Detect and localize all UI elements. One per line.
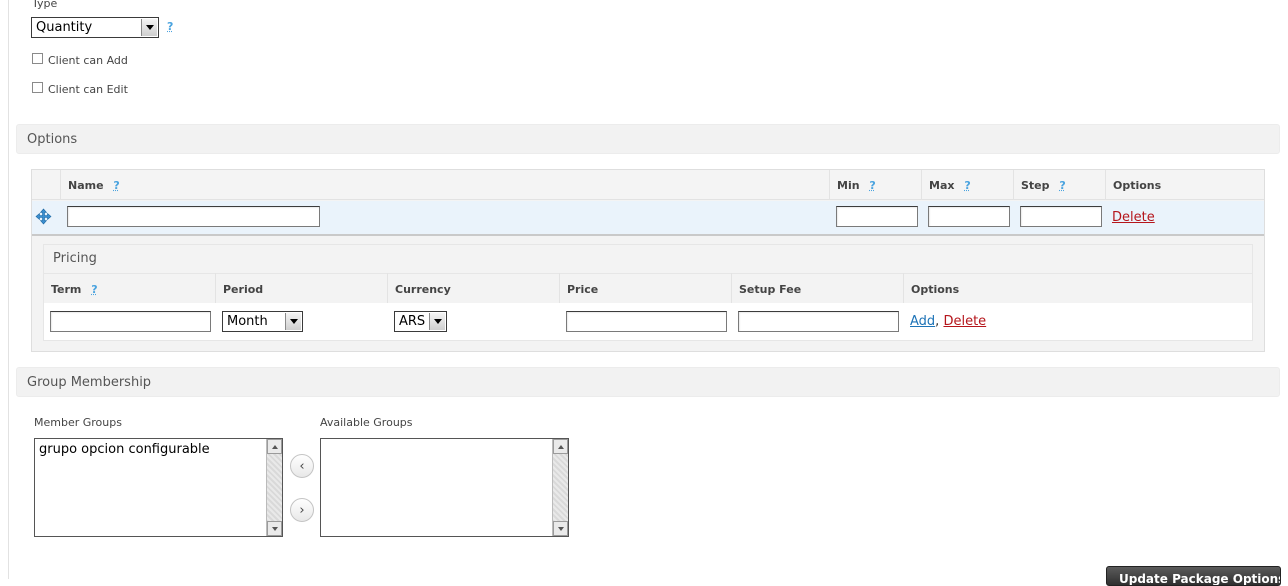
update-package-options-button[interactable]: Update Package Options [1106, 566, 1281, 586]
options-table-header [32, 170, 1264, 200]
term-help-icon[interactable]: ? [91, 283, 97, 296]
pricing-row-actions: Add, Delete [910, 314, 986, 329]
chevron-left-icon: ‹ [299, 459, 304, 474]
move-icon[interactable] [35, 208, 52, 225]
chevron-down-icon [141, 19, 157, 36]
setup-fee-input[interactable] [738, 311, 899, 332]
options-section-title: Options [27, 132, 77, 147]
name-help-icon[interactable]: ? [113, 179, 119, 192]
max-help-icon[interactable]: ? [964, 179, 970, 192]
available-groups-scrollbar[interactable] [552, 439, 568, 536]
type-help-icon[interactable]: ? [167, 20, 173, 33]
option-step-input[interactable] [1020, 206, 1102, 227]
move-left-button[interactable]: ‹ [290, 454, 314, 478]
col-name-header: Name ? [68, 179, 120, 192]
client-can-edit-label: Client can Edit [48, 83, 128, 96]
chevron-down-icon [429, 313, 445, 330]
col-period-header: Period [223, 283, 263, 296]
group-membership-title: Group Membership [27, 375, 151, 390]
pricing-add-link[interactable]: Add [910, 314, 935, 329]
currency-select-value: ARS [399, 314, 425, 329]
type-select-value: Quantity [36, 20, 92, 35]
scroll-down-icon[interactable] [553, 521, 568, 536]
member-groups-label: Member Groups [34, 416, 122, 429]
page-left-border [8, 0, 9, 579]
option-name-input[interactable] [67, 206, 320, 227]
member-group-item[interactable]: grupo opcion configurable [39, 442, 210, 457]
type-label: Type [32, 0, 57, 10]
col-options-header: Options [1113, 179, 1161, 192]
pricing-title: Pricing [53, 251, 97, 266]
option-min-input[interactable] [836, 206, 918, 227]
available-groups-listbox[interactable] [320, 438, 569, 537]
price-input[interactable] [566, 311, 727, 332]
available-groups-label: Available Groups [320, 416, 413, 429]
term-input[interactable] [50, 311, 211, 332]
group-membership-header: Group Membership [16, 367, 1280, 397]
pricing-title-bar [44, 245, 1252, 273]
col-min-header: Min ? [837, 179, 876, 192]
scroll-up-icon[interactable] [553, 439, 568, 454]
min-help-icon[interactable]: ? [869, 179, 875, 192]
type-select[interactable]: Quantity [31, 17, 159, 38]
col-pricing-options-header: Options [911, 283, 959, 296]
col-setup-fee-header: Setup Fee [739, 283, 801, 296]
option-delete-link[interactable]: Delete [1112, 210, 1155, 225]
chevron-right-icon: › [299, 503, 304, 518]
member-groups-scrollbar[interactable] [266, 439, 282, 536]
option-max-input[interactable] [928, 206, 1010, 227]
move-right-button[interactable]: › [290, 498, 314, 522]
col-term-header: Term ? [51, 283, 98, 296]
scroll-down-icon[interactable] [267, 521, 282, 536]
period-select-value: Month [227, 314, 268, 329]
col-price-header: Price [567, 283, 598, 296]
chevron-down-icon [285, 313, 301, 330]
step-help-icon[interactable]: ? [1059, 179, 1065, 192]
client-can-add-checkbox[interactable] [32, 53, 43, 64]
options-section-header: Options [16, 124, 1280, 154]
col-max-header: Max ? [929, 179, 971, 192]
client-can-edit-checkbox[interactable] [32, 82, 43, 93]
col-step-header: Step ? [1021, 179, 1066, 192]
period-select[interactable]: Month [222, 311, 303, 332]
action-separator: , [935, 314, 939, 329]
pricing-delete-link[interactable]: Delete [943, 314, 986, 329]
scroll-up-icon[interactable] [267, 439, 282, 454]
col-currency-header: Currency [395, 283, 451, 296]
member-groups-listbox[interactable]: grupo opcion configurable [34, 438, 283, 537]
client-can-add-label: Client can Add [48, 54, 128, 67]
currency-select[interactable]: ARS [394, 311, 447, 332]
